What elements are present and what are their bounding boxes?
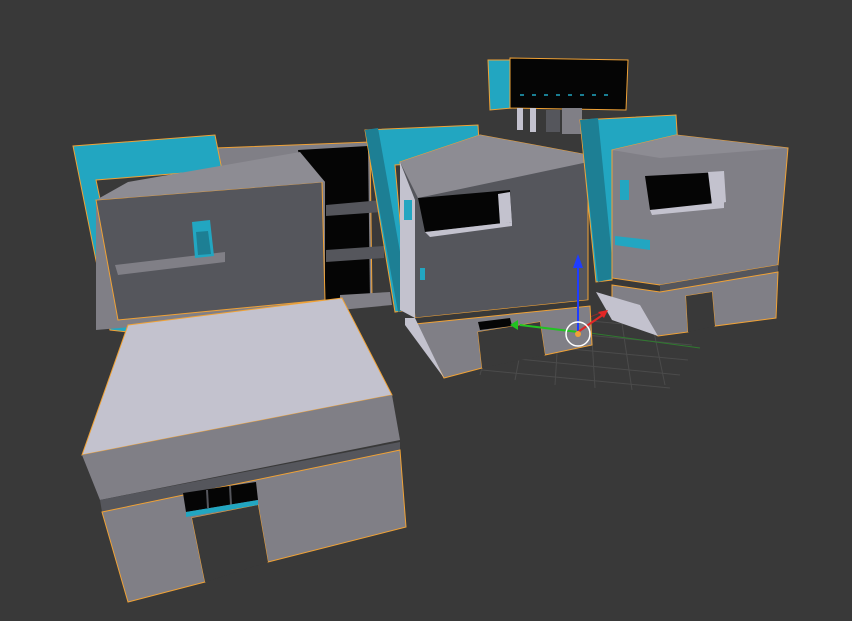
left-building-upper[interactable]	[72, 134, 326, 333]
right-building[interactable]	[579, 114, 789, 337]
3d-viewport[interactable]	[0, 0, 852, 621]
scene-canvas[interactable]	[0, 0, 852, 621]
origin-point-icon	[575, 331, 581, 337]
left-building-front[interactable]	[81, 297, 407, 603]
middle-building[interactable]	[364, 124, 593, 379]
